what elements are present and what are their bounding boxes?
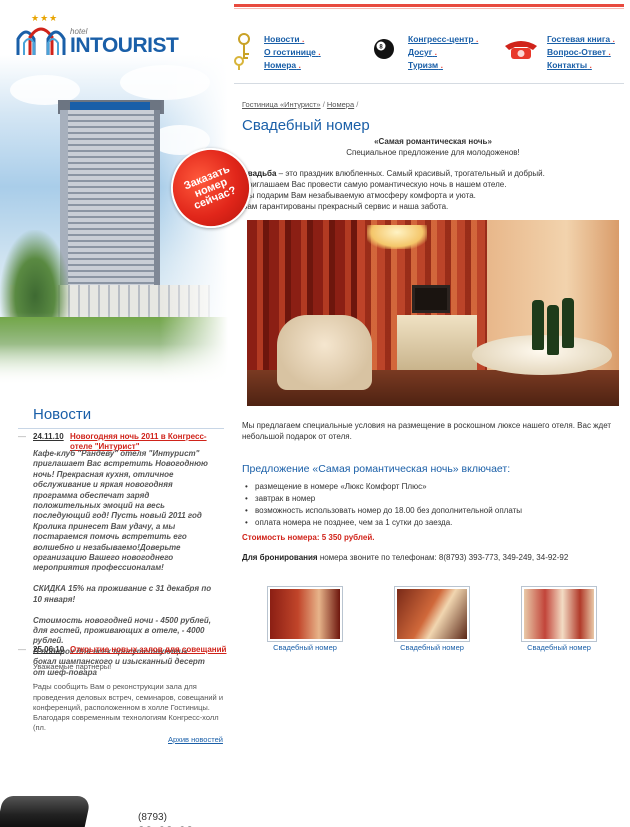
special-conditions-text: Мы предлагаем специальные условия на раз… — [242, 421, 612, 441]
arches-logo-icon — [16, 27, 66, 55]
left-column: ★★★ hotel INTOURIST Заказать номер сейча… — [0, 0, 264, 827]
list-item: оплата номера не позднее, чем за 1 сутки… — [245, 517, 625, 529]
offer-subtitle: Специальное предложение для молодоженов! — [346, 148, 520, 157]
keys-icon — [234, 33, 250, 70]
list-item: возможность использовать номер до 18.00 … — [245, 505, 625, 517]
nav-guestbook[interactable]: Гостевая книга . — [547, 33, 615, 46]
room-thumbnail-2[interactable]: Свадебный номер — [394, 586, 470, 652]
wedding-room-photo — [247, 220, 619, 406]
breadcrumb-hotel[interactable]: Гостиница «Интурист» — [242, 100, 321, 109]
news-headline-2[interactable]: Открытие новых залов для совещаний — [70, 645, 226, 654]
nav-divider — [234, 83, 624, 84]
phone-code: (8793) — [138, 812, 167, 823]
nav-contacts[interactable]: Контакты . — [547, 59, 615, 72]
telephone-icon — [0, 796, 92, 827]
booking-info: Для бронирования номера звоните по телеф… — [242, 553, 568, 562]
nav-faq[interactable]: Вопрос-Ответ . — [547, 46, 615, 59]
list-item: завтрак в номер — [245, 493, 625, 505]
room-thumbnail-1[interactable]: Свадебный номер — [267, 586, 343, 652]
nav-about-hotel[interactable]: О гостинице . — [264, 46, 321, 59]
breadcrumb-rooms[interactable]: Номера — [327, 100, 354, 109]
booking-phones: номера звоните по телефонам: 8(8793) 393… — [317, 553, 569, 562]
room-thumbnail-3[interactable]: Свадебный номер — [521, 586, 597, 652]
hotel-logo[interactable]: ★★★ hotel INTOURIST — [16, 13, 191, 58]
nav-column-2: Конгресс-центр . Досуг . Туризм . — [408, 33, 478, 72]
news-body-2: Уважаемые партнеры! Рады сообщить Вам о … — [33, 662, 224, 733]
nav-column-3: Гостевая книга . Вопрос-Ответ . Контакты… — [547, 33, 615, 72]
intro-line-4: Вам гарантированы прекрасный сервис и на… — [242, 202, 449, 211]
news-divider — [18, 428, 224, 429]
nav-congress-center[interactable]: Конгресс-центр . — [408, 33, 478, 46]
intro-line-2: Приглашаем Вас провести самую романтичес… — [242, 180, 507, 189]
telephone-icon — [505, 41, 537, 59]
breadcrumb-separator: / — [322, 100, 325, 109]
nav-leisure[interactable]: Досуг . — [408, 46, 478, 59]
news-dash-1: — — [18, 432, 26, 441]
news-date-1: 24.11.10 — [33, 432, 64, 441]
breadcrumb: Гостиница «Интурист» / Номера / — [242, 100, 358, 109]
page-title: Свадебный номер — [242, 117, 370, 134]
breadcrumb-separator: / — [356, 100, 359, 109]
thumbnail-caption: Свадебный номер — [527, 643, 591, 652]
intro-line-1: – это праздник влюбленных. Самый красивы… — [276, 169, 545, 178]
intro-line-3: Мы подарим Вам незабываемую атмосферу ко… — [242, 191, 476, 200]
nav-news[interactable]: Новости . — [264, 33, 321, 46]
news-archive-link[interactable]: Архив новостей — [168, 735, 223, 744]
offer-name: «Самая романтическая ночь» — [374, 137, 492, 146]
news-section-title: Новости — [33, 406, 92, 423]
intro-text: Свадьба – это праздник влюбленных. Самый… — [242, 168, 624, 212]
nav-column-1: Новости . О гостинице . Номера . — [264, 33, 321, 72]
offer-includes-heading: Предложение «Самая романтическая ночь» в… — [242, 463, 511, 475]
header-top-rule — [234, 4, 624, 7]
room-price: Стоимость номера: 5 350 рублей. — [242, 533, 375, 542]
thumbnail-caption: Свадебный номер — [400, 643, 464, 652]
booking-lead: Для бронирования — [242, 553, 318, 562]
thumbnail-caption: Свадебный номер — [273, 643, 337, 652]
news-date-2: 25.06.10 — [33, 645, 65, 654]
nav-rooms[interactable]: Номера . — [264, 59, 321, 72]
billiard-ball-icon: 8 — [374, 39, 394, 59]
list-item: размещение в номере «Люкс Комфорт Плюс» — [245, 481, 625, 493]
news-dash-2: — — [18, 645, 26, 654]
offer-includes-list: размещение в номере «Люкс Комфорт Плюс» … — [245, 481, 625, 529]
order-room-label: Заказать номер сейчас? — [182, 162, 238, 212]
header-top-rule-thin — [234, 8, 624, 9]
nav-tourism[interactable]: Туризм . — [408, 59, 478, 72]
